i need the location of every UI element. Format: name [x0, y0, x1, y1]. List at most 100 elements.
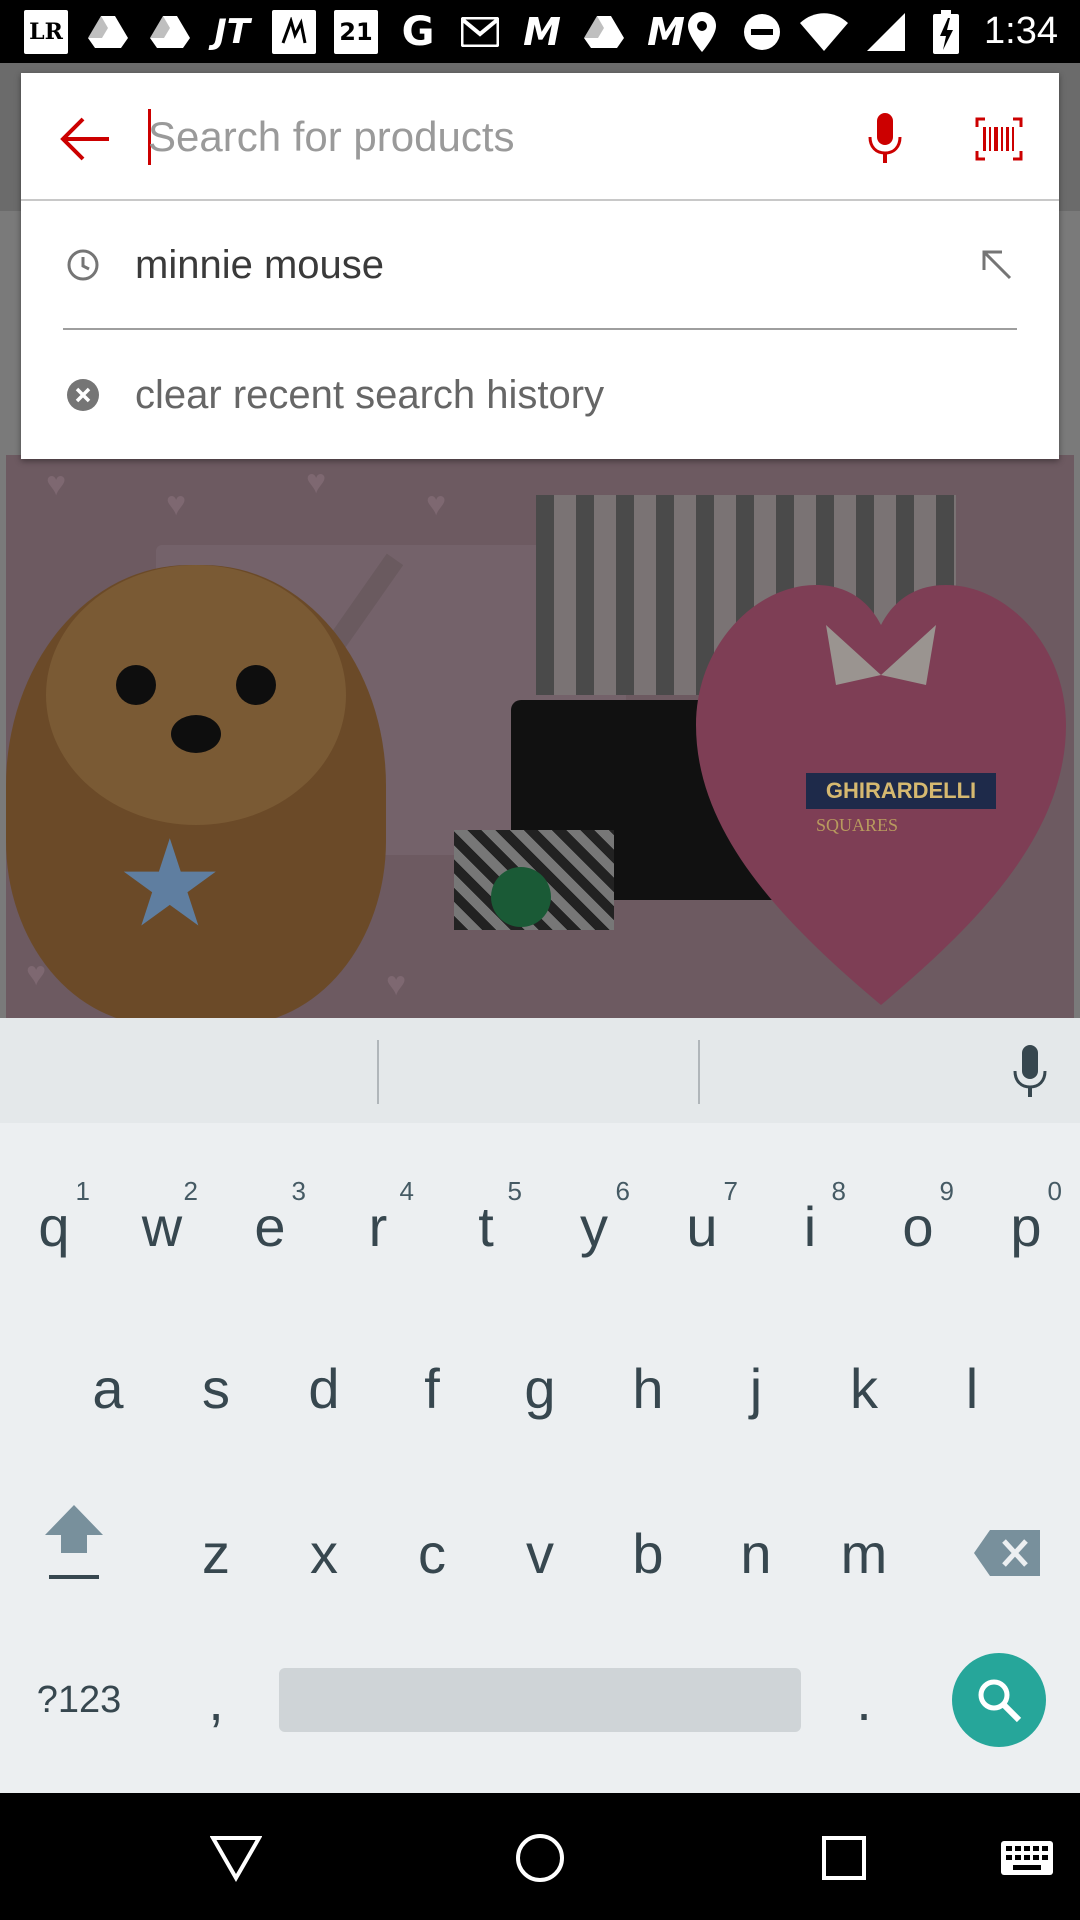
back-triangle-icon	[210, 1836, 262, 1882]
key-m[interactable]: m	[810, 1483, 918, 1623]
key-o[interactable]: o9	[864, 1156, 972, 1296]
soft-keyboard: ?123 , . q1w2e3r4t5y6u7i8o9p0asdfghjklzx…	[0, 1018, 1080, 1793]
key-b[interactable]: b	[594, 1483, 702, 1623]
location-icon	[680, 10, 724, 54]
key-g[interactable]: g	[486, 1318, 594, 1458]
search-panel: minnie mouse clear recent search history	[21, 73, 1059, 459]
keyboard-microphone-icon	[1013, 1045, 1047, 1097]
shift-key[interactable]	[20, 1473, 128, 1613]
barcode-scan-button[interactable]	[967, 107, 1031, 171]
key-a[interactable]: a	[54, 1318, 162, 1458]
brand-label: GHIRARDELLI	[806, 773, 996, 809]
key-z[interactable]: z	[162, 1483, 270, 1623]
key-hint: 4	[399, 1176, 414, 1206]
puppy-nose	[171, 715, 221, 753]
shift-arrow-icon	[45, 1505, 103, 1579]
key-e[interactable]: e3	[216, 1156, 324, 1296]
space-bar[interactable]	[279, 1668, 801, 1732]
clock: 1:34	[984, 10, 1058, 52]
gift-card-logo	[491, 867, 551, 927]
key-label: t	[478, 1194, 494, 1258]
drive-icon	[86, 10, 130, 54]
key-label: o	[902, 1194, 934, 1258]
clear-history-label: clear recent search history	[135, 372, 605, 417]
ny-app-icon	[272, 9, 316, 54]
key-label: r	[368, 1194, 388, 1258]
back-button[interactable]	[53, 107, 117, 171]
backspace-icon	[974, 1530, 1040, 1576]
decorative-heart-icon: ♥	[46, 465, 67, 503]
drive-icon	[582, 10, 626, 54]
symbols-key[interactable]: ?123	[25, 1630, 133, 1770]
history-icon	[63, 245, 103, 285]
clear-history-item[interactable]: clear recent search history	[21, 331, 1059, 459]
key-u[interactable]: u7	[648, 1156, 756, 1296]
search-input[interactable]	[148, 103, 828, 171]
key-d[interactable]: d	[270, 1318, 378, 1458]
backspace-key[interactable]	[953, 1483, 1061, 1623]
key-w[interactable]: w2	[108, 1156, 216, 1296]
recents-square-icon	[822, 1836, 866, 1880]
nav-back-button[interactable]	[201, 1823, 271, 1893]
clear-circle-icon	[63, 375, 103, 415]
comma-key[interactable]: ,	[162, 1630, 270, 1770]
decorative-heart-icon: ♥	[386, 965, 407, 1003]
key-k[interactable]: k	[810, 1318, 918, 1458]
key-v[interactable]: v	[486, 1483, 594, 1623]
voice-search-button[interactable]	[853, 107, 917, 171]
microphone-icon	[868, 113, 902, 163]
keyboard-switch-icon	[1001, 1841, 1053, 1875]
puppy-eye	[116, 665, 156, 705]
key-c[interactable]: c	[378, 1483, 486, 1623]
nav-home-button[interactable]	[505, 1823, 575, 1893]
key-l[interactable]: l	[918, 1318, 1026, 1458]
keyboard-switch-button[interactable]	[992, 1823, 1062, 1893]
promo-banner: ♥ ♥ ♥ ♥ ♥ ♥ ★ GHIRARDELLI SQUARES	[6, 455, 1074, 1018]
key-i[interactable]: i8	[756, 1156, 864, 1296]
key-p[interactable]: p0	[972, 1156, 1080, 1296]
status-bar: LR JT 21 G M M 1:34	[0, 0, 1080, 63]
wifi-icon	[800, 10, 849, 54]
nav-recents-button[interactable]	[809, 1823, 879, 1893]
m-app-icon: M	[523, 9, 561, 54]
key-label: y	[580, 1194, 608, 1258]
key-label: p	[1010, 1194, 1042, 1258]
key-n[interactable]: n	[702, 1483, 810, 1623]
key-h[interactable]: h	[594, 1318, 702, 1458]
notification-icons: LR JT 21 G M M	[0, 8, 688, 55]
decorative-heart-icon: ♥	[306, 463, 327, 501]
plush-puppy-image: ★	[6, 565, 386, 1018]
suggestion-divider	[377, 1040, 379, 1104]
key-s[interactable]: s	[162, 1318, 270, 1458]
navigation-bar	[0, 1793, 1080, 1920]
recent-search-label: minnie mouse	[135, 242, 385, 287]
key-q[interactable]: q1	[0, 1156, 108, 1296]
fill-query-arrow-icon	[982, 250, 1012, 280]
drive-icon	[148, 10, 192, 54]
puppy-eye	[236, 665, 276, 705]
key-label: i	[803, 1194, 817, 1258]
key-j[interactable]: j	[702, 1318, 810, 1458]
key-hint: 9	[939, 1176, 954, 1206]
keyboard-search-key[interactable]	[952, 1653, 1046, 1747]
key-f[interactable]: f	[378, 1318, 486, 1458]
puppy-face	[46, 565, 346, 825]
keyboard-suggestion-strip	[0, 1018, 1080, 1123]
forever21-icon: 21	[334, 9, 378, 54]
key-hint: 1	[75, 1176, 90, 1206]
key-label: e	[254, 1194, 286, 1258]
keyboard-voice-button[interactable]	[1002, 1042, 1058, 1102]
key-r[interactable]: r4	[324, 1156, 432, 1296]
back-arrow-icon	[60, 117, 109, 161]
fill-query-button[interactable]	[969, 237, 1025, 293]
key-y[interactable]: y6	[540, 1156, 648, 1296]
decorative-heart-icon: ♥	[166, 485, 187, 523]
key-x[interactable]: x	[270, 1483, 378, 1623]
recent-search-item[interactable]: minnie mouse	[21, 201, 1059, 329]
google-icon: G	[401, 8, 435, 55]
key-label: q	[38, 1194, 70, 1258]
period-key[interactable]: .	[810, 1630, 918, 1770]
key-hint: 6	[615, 1176, 630, 1206]
key-t[interactable]: t5	[432, 1156, 540, 1296]
signal-icon	[864, 10, 908, 54]
